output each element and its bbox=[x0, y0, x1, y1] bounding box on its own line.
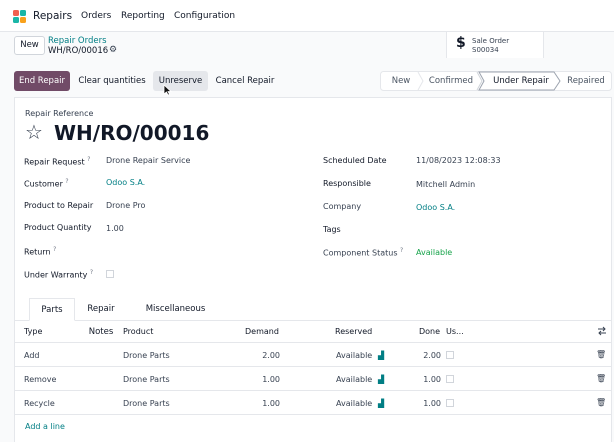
end-repair-button[interactable]: End Repair bbox=[14, 71, 70, 91]
star-icon[interactable]: ☆ bbox=[25, 120, 43, 144]
cell-demand: 1.00 bbox=[262, 375, 280, 384]
cell-type: Remove bbox=[24, 375, 57, 384]
cell-product: Drone Parts bbox=[123, 375, 170, 384]
menu-configuration[interactable]: Configuration bbox=[174, 11, 235, 21]
product-to-repair-field[interactable]: Drone Pro bbox=[106, 201, 145, 210]
column-header-reserved[interactable]: Reserved bbox=[335, 327, 372, 336]
under-warranty-label: Under Warranty ? bbox=[24, 269, 94, 280]
cell-reserved: Available bbox=[336, 375, 373, 384]
smart-button-value: S00034 bbox=[472, 46, 499, 54]
component-status-field: Available bbox=[416, 248, 453, 257]
cell-done: 1.00 bbox=[423, 375, 441, 384]
forecast-chart-icon[interactable]: ▟ bbox=[378, 375, 384, 384]
tags-field[interactable] bbox=[416, 223, 596, 235]
scheduled-date-label: Scheduled Date bbox=[323, 156, 387, 165]
table-row[interactable]: Recycle Drone Parts 1.00 Available ▟ 1.0… bbox=[15, 391, 611, 414]
reference-label: Repair Reference bbox=[25, 109, 94, 118]
unreserve-button[interactable]: Unreserve bbox=[153, 71, 208, 91]
mouse-pointer-icon bbox=[163, 84, 173, 96]
cell-used-checkbox[interactable] bbox=[446, 351, 454, 359]
repair-request-label: Repair Request ? bbox=[24, 156, 91, 167]
column-header-used[interactable]: Us... bbox=[446, 327, 464, 336]
cell-done: 2.00 bbox=[423, 351, 441, 360]
table-row[interactable]: Add Drone Parts 2.00 Available ▟ 2.00 🗑 bbox=[15, 343, 611, 366]
page-title: WH/RO/00016 bbox=[54, 121, 210, 145]
cell-used-checkbox[interactable] bbox=[446, 375, 454, 383]
scheduled-date-field[interactable]: 11/08/2023 12:08:33 bbox=[416, 156, 501, 165]
return-field[interactable] bbox=[106, 244, 256, 256]
cell-demand: 2.00 bbox=[262, 351, 280, 360]
cancel-repair-button[interactable]: Cancel Repair bbox=[210, 71, 280, 91]
tab-parts[interactable]: Parts bbox=[29, 298, 75, 321]
tab-miscellaneous[interactable]: Miscellaneous bbox=[143, 298, 208, 321]
breadcrumb-parent[interactable]: Repair Orders bbox=[48, 36, 107, 46]
breadcrumb-current: WH/RO/00016 bbox=[48, 46, 109, 56]
stage-repaired[interactable]: Repaired bbox=[562, 71, 610, 91]
status-bar: New Confirmed Under Repair Repaired bbox=[380, 71, 612, 91]
forecast-chart-icon[interactable]: ▟ bbox=[378, 399, 384, 408]
repair-request-field[interactable]: Drone Repair Service bbox=[106, 156, 190, 165]
cell-product: Drone Parts bbox=[123, 399, 170, 408]
return-label: Return ? bbox=[24, 246, 57, 257]
stage-new[interactable]: New bbox=[384, 71, 418, 91]
cell-reserved: Available bbox=[336, 351, 373, 360]
smart-button-label: Sale Order bbox=[472, 37, 510, 45]
gear-icon[interactable]: ⚙ bbox=[109, 45, 117, 55]
column-header-demand[interactable]: Demand bbox=[245, 327, 279, 336]
sale-order-smart-button[interactable]: $ Sale Order S00034 bbox=[446, 32, 544, 58]
cell-type: Recycle bbox=[24, 399, 55, 408]
product-to-repair-label: Product to Repair bbox=[24, 201, 94, 210]
stage-confirmed[interactable]: Confirmed bbox=[424, 71, 478, 91]
product-quantity-label: Product Quantity bbox=[24, 223, 92, 232]
dollar-icon: $ bbox=[456, 35, 466, 51]
top-navbar: Repairs Orders Reporting Configuration bbox=[0, 0, 614, 32]
company-label: Company bbox=[323, 202, 362, 211]
trash-icon[interactable]: 🗑 bbox=[596, 350, 606, 359]
cell-demand: 1.00 bbox=[262, 399, 280, 408]
table-row[interactable]: Remove Drone Parts 1.00 Available ▟ 1.00… bbox=[15, 367, 611, 390]
cell-product: Drone Parts bbox=[123, 351, 170, 360]
cell-reserved: Available bbox=[336, 399, 373, 408]
forecast-chart-icon[interactable]: ▟ bbox=[378, 351, 384, 360]
app-name[interactable]: Repairs bbox=[33, 10, 72, 22]
menu-orders[interactable]: Orders bbox=[81, 11, 111, 21]
stage-under-repair[interactable]: Under Repair bbox=[485, 71, 557, 91]
add-a-line-link[interactable]: Add a line bbox=[25, 422, 65, 431]
cell-type: Add bbox=[24, 351, 40, 360]
trash-icon[interactable]: 🗑 bbox=[596, 398, 606, 407]
under-warranty-checkbox[interactable] bbox=[106, 270, 114, 278]
responsible-field[interactable]: Mitchell Admin bbox=[416, 180, 475, 189]
tags-label: Tags bbox=[323, 225, 341, 234]
component-status-label: Component Status ? bbox=[323, 247, 404, 258]
column-header-type[interactable]: Type bbox=[24, 327, 42, 336]
company-field[interactable]: Odoo S.A. bbox=[416, 203, 455, 212]
cell-used-checkbox[interactable] bbox=[446, 399, 454, 407]
trash-icon[interactable]: 🗑 bbox=[596, 374, 606, 383]
form-sheet: Repair Reference ☆ WH/RO/00016 Repair Re… bbox=[14, 97, 612, 442]
tab-repair-notes[interactable]: Repair Notes bbox=[75, 298, 127, 337]
column-header-done[interactable]: Done bbox=[419, 327, 440, 336]
row-divider bbox=[15, 414, 611, 415]
optional-columns-icon[interactable] bbox=[597, 326, 607, 336]
column-header-product[interactable]: Product bbox=[123, 327, 153, 336]
repairs-app-icon[interactable] bbox=[12, 9, 27, 24]
responsible-label: Responsible bbox=[323, 179, 371, 188]
product-quantity-field[interactable]: 1.00 bbox=[106, 224, 124, 233]
customer-field[interactable]: Odoo S.A. bbox=[106, 178, 145, 187]
customer-label: Customer ? bbox=[24, 178, 69, 189]
clear-quantities-button[interactable]: Clear quantities bbox=[73, 71, 151, 91]
menu-reporting[interactable]: Reporting bbox=[121, 11, 165, 21]
cell-done: 1.00 bbox=[423, 399, 441, 408]
new-button[interactable]: New bbox=[14, 36, 45, 55]
